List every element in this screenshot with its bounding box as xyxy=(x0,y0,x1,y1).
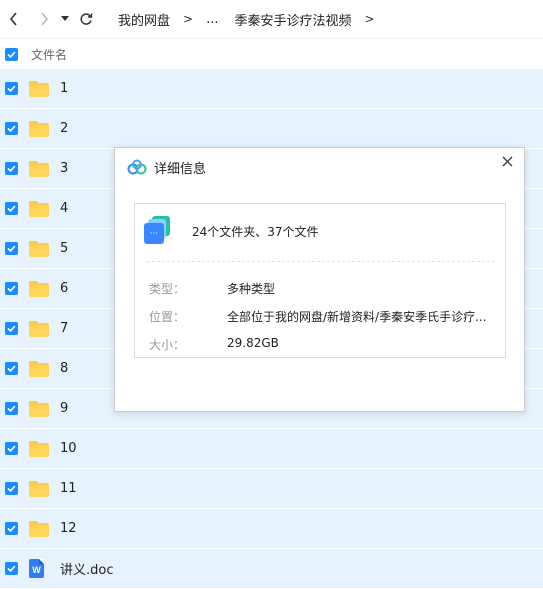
breadcrumb-separator: > xyxy=(364,12,375,26)
details-panel: ··· 24个文件夹、37个文件 类型： 多种类型 位置： 全部位于我的网盘/新… xyxy=(134,203,506,358)
word-doc-icon: W xyxy=(29,559,50,578)
check-icon xyxy=(7,245,16,252)
cloud-logo-icon xyxy=(127,159,147,175)
row-checkbox[interactable] xyxy=(5,242,18,255)
history-dropdown-button[interactable] xyxy=(58,0,72,38)
row-checkbox[interactable] xyxy=(5,322,18,335)
multiple-files-icon: ··· xyxy=(144,216,172,246)
file-name: 6 xyxy=(60,281,69,296)
check-icon xyxy=(7,485,16,492)
file-name: 2 xyxy=(60,121,69,136)
row-checkbox[interactable] xyxy=(5,482,18,495)
list-header: 文件名 xyxy=(0,39,543,69)
folder-icon xyxy=(29,440,50,458)
file-name: 5 xyxy=(60,241,69,256)
property-size: 大小： 29.82GB xyxy=(149,336,279,353)
property-location: 位置： 全部位于我的网盘/新增资料/季秦安季氏手诊疗... xyxy=(149,308,487,325)
list-item[interactable]: 12 xyxy=(0,509,543,549)
property-value: 多种类型 xyxy=(227,282,276,296)
folder-icon xyxy=(29,480,50,498)
row-checkbox[interactable] xyxy=(5,82,18,95)
file-name: 9 xyxy=(60,401,69,416)
folder-icon xyxy=(29,80,50,98)
close-button[interactable] xyxy=(499,153,515,169)
property-value: 全部位于我的网盘/新增资料/季秦安季氏手诊疗... xyxy=(227,310,487,324)
back-button[interactable] xyxy=(2,0,26,38)
refresh-icon xyxy=(80,13,93,25)
list-item[interactable]: W 讲义.doc xyxy=(0,549,543,589)
check-icon xyxy=(7,50,16,58)
property-label: 位置： xyxy=(149,310,186,324)
check-icon xyxy=(7,125,16,132)
check-icon xyxy=(7,405,16,412)
dialog-title: 详细信息 xyxy=(154,161,207,177)
refresh-button[interactable] xyxy=(74,0,98,38)
dialog-title-bar: 详细信息 xyxy=(127,157,206,177)
navigation-bar: 我的网盘 > ... 季秦安手诊疗法视频 > xyxy=(0,0,543,39)
row-checkbox[interactable] xyxy=(5,282,18,295)
folder-icon xyxy=(29,400,50,418)
list-item[interactable]: 10 xyxy=(0,429,543,469)
file-name: 10 xyxy=(60,441,77,456)
forward-button[interactable] xyxy=(32,0,56,38)
breadcrumb-item-current-folder[interactable]: 季秦安手诊疗法视频 xyxy=(234,10,351,29)
folder-icon xyxy=(29,120,50,138)
list-item[interactable]: 1 xyxy=(0,69,543,109)
list-item[interactable]: 11 xyxy=(0,469,543,509)
column-header-filename[interactable]: 文件名 xyxy=(31,46,67,63)
file-name: 4 xyxy=(60,201,69,216)
breadcrumb: 我的网盘 > ... 季秦安手诊疗法视频 > xyxy=(118,10,388,29)
property-label: 类型： xyxy=(149,282,186,296)
file-name: 讲义.doc xyxy=(60,563,114,578)
breadcrumb-item-my-disk[interactable]: 我的网盘 xyxy=(118,10,170,29)
close-icon xyxy=(502,156,512,166)
file-name: 7 xyxy=(60,321,69,336)
row-checkbox[interactable] xyxy=(5,162,18,175)
row-checkbox[interactable] xyxy=(5,202,18,215)
check-icon xyxy=(7,565,16,572)
folder-icon xyxy=(29,520,50,538)
property-value: 29.82GB xyxy=(227,336,279,350)
chevron-right-icon xyxy=(41,12,49,26)
check-icon xyxy=(7,525,16,532)
folder-icon xyxy=(29,200,50,218)
list-item[interactable]: 2 xyxy=(0,109,543,149)
check-icon xyxy=(7,85,16,92)
row-checkbox[interactable] xyxy=(5,522,18,535)
row-checkbox[interactable] xyxy=(5,562,18,575)
check-icon xyxy=(7,205,16,212)
summary-text: 24个文件夹、37个文件 xyxy=(192,224,319,239)
details-dialog: 详细信息 ··· 24个文件夹、37个文件 类型： 多种类型 位置： 全部位于我… xyxy=(114,147,525,412)
row-checkbox[interactable] xyxy=(5,362,18,375)
folder-icon xyxy=(29,280,50,298)
file-name: 12 xyxy=(60,521,77,536)
row-checkbox[interactable] xyxy=(5,122,18,135)
folder-icon xyxy=(29,160,50,178)
chevron-left-icon xyxy=(9,12,17,26)
caret-down-icon xyxy=(61,16,69,21)
select-all-checkbox[interactable] xyxy=(5,47,18,61)
file-name: 1 xyxy=(60,81,69,96)
breadcrumb-item-ellipsis[interactable]: ... xyxy=(206,12,218,27)
folder-icon xyxy=(29,240,50,258)
row-checkbox[interactable] xyxy=(5,442,18,455)
file-name: 11 xyxy=(60,481,77,496)
check-icon xyxy=(7,325,16,332)
folder-icon xyxy=(29,320,50,338)
check-icon xyxy=(7,445,16,452)
check-icon xyxy=(7,165,16,172)
folder-icon xyxy=(29,360,50,378)
file-name: 8 xyxy=(60,361,69,376)
selection-summary: ··· 24个文件夹、37个文件 xyxy=(144,216,319,246)
property-type: 类型： 多种类型 xyxy=(149,280,275,297)
property-label: 大小： xyxy=(149,338,186,352)
file-name: 3 xyxy=(60,161,69,176)
check-icon xyxy=(7,365,16,372)
breadcrumb-separator: > xyxy=(183,12,194,26)
row-checkbox[interactable] xyxy=(5,402,18,415)
divider xyxy=(147,261,495,262)
check-icon xyxy=(7,285,16,292)
